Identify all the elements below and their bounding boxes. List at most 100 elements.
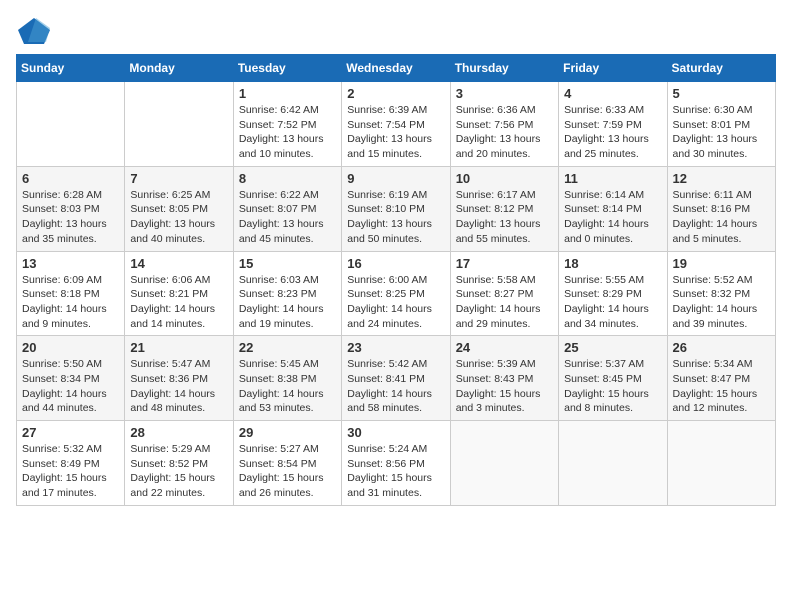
- calendar-cell: 21 Sunrise: 5:47 AM Sunset: 8:36 PM Dayli…: [125, 336, 233, 421]
- calendar-cell: 3 Sunrise: 6:36 AM Sunset: 7:56 PM Daylig…: [450, 82, 558, 167]
- day-number: 29: [239, 425, 336, 440]
- day-info: Sunrise: 6:22 AM Sunset: 8:07 PM Dayligh…: [239, 188, 336, 247]
- calendar-cell: 20 Sunrise: 5:50 AM Sunset: 8:34 PM Dayli…: [17, 336, 125, 421]
- day-number: 16: [347, 256, 444, 271]
- calendar-cell: 4 Sunrise: 6:33 AM Sunset: 7:59 PM Daylig…: [559, 82, 667, 167]
- calendar-cell: 22Sunrise: 5:45 AM Sunset: 8:38 PM Dayli…: [233, 336, 341, 421]
- calendar-cell: 1 Sunrise: 6:42 AM Sunset: 7:52 PM Daylig…: [233, 82, 341, 167]
- day-info: Sunrise: 6:06 AM Sunset: 8:21 PM Dayligh…: [130, 273, 227, 332]
- day-info: Sunrise: 5:24 AM Sunset: 8:56 PM Dayligh…: [347, 442, 444, 501]
- day-number: 14: [130, 256, 227, 271]
- day-number: 25: [564, 340, 661, 355]
- calendar-cell: 7 Sunrise: 6:25 AM Sunset: 8:05 PM Daylig…: [125, 166, 233, 251]
- day-info: Sunrise: 5:42 AM Sunset: 8:41 PM Dayligh…: [347, 357, 444, 416]
- day-number: 5: [673, 86, 770, 101]
- day-number: 15: [239, 256, 336, 271]
- day-info: Sunrise: 6:14 AM Sunset: 8:14 PM Dayligh…: [564, 188, 661, 247]
- day-number: 8: [239, 171, 336, 186]
- day-info: Sunrise: 5:52 AM Sunset: 8:32 PM Dayligh…: [673, 273, 770, 332]
- day-number: 10: [456, 171, 553, 186]
- day-info: Sunrise: 5:50 AM Sunset: 8:34 PM Dayligh…: [22, 357, 119, 416]
- calendar-cell: 5 Sunrise: 6:30 AM Sunset: 8:01 PM Daylig…: [667, 82, 775, 167]
- day-header-saturday: Saturday: [667, 55, 775, 82]
- calendar-cell: 13 Sunrise: 6:09 AM Sunset: 8:18 PM Dayli…: [17, 251, 125, 336]
- day-header-friday: Friday: [559, 55, 667, 82]
- calendar-cell: 30 Sunrise: 5:24 AM Sunset: 8:56 PM Dayli…: [342, 421, 450, 506]
- day-number: 13: [22, 256, 119, 271]
- day-info: Sunrise: 6:19 AM Sunset: 8:10 PM Dayligh…: [347, 188, 444, 247]
- calendar-cell: [450, 421, 558, 506]
- day-info: Sunrise: 6:28 AM Sunset: 8:03 PM Dayligh…: [22, 188, 119, 247]
- calendar-cell: [667, 421, 775, 506]
- day-info: Sunrise: 5:39 AM Sunset: 8:43 PM Dayligh…: [456, 357, 553, 416]
- day-number: 27: [22, 425, 119, 440]
- calendar-cell: 10 Sunrise: 6:17 AM Sunset: 8:12 PM Dayli…: [450, 166, 558, 251]
- day-number: 22: [239, 340, 336, 355]
- calendar-cell: 16 Sunrise: 6:00 AM Sunset: 8:25 PM Dayli…: [342, 251, 450, 336]
- day-number: 19: [673, 256, 770, 271]
- day-header-sunday: Sunday: [17, 55, 125, 82]
- day-number: 23: [347, 340, 444, 355]
- calendar-cell: [559, 421, 667, 506]
- day-info: Sunrise: 5:55 AM Sunset: 8:29 PM Dayligh…: [564, 273, 661, 332]
- logo: [16, 16, 56, 46]
- calendar-cell: 25Sunrise: 5:37 AM Sunset: 8:45 PM Dayli…: [559, 336, 667, 421]
- day-info: Sunrise: 5:58 AM Sunset: 8:27 PM Dayligh…: [456, 273, 553, 332]
- day-info: Sunrise: 6:00 AM Sunset: 8:25 PM Dayligh…: [347, 273, 444, 332]
- day-number: 26: [673, 340, 770, 355]
- calendar-cell: 2Sunrise: 6:39 AM Sunset: 7:54 PM Daylig…: [342, 82, 450, 167]
- calendar-cell: 15 Sunrise: 6:03 AM Sunset: 8:23 PM Dayli…: [233, 251, 341, 336]
- day-number: 2: [347, 86, 444, 101]
- day-number: 30: [347, 425, 444, 440]
- calendar-cell: 9 Sunrise: 6:19 AM Sunset: 8:10 PM Daylig…: [342, 166, 450, 251]
- day-number: 4: [564, 86, 661, 101]
- day-info: Sunrise: 6:42 AM Sunset: 7:52 PM Dayligh…: [239, 103, 336, 162]
- day-info: Sunrise: 6:36 AM Sunset: 7:56 PM Dayligh…: [456, 103, 553, 162]
- day-number: 24: [456, 340, 553, 355]
- day-info: Sunrise: 6:11 AM Sunset: 8:16 PM Dayligh…: [673, 188, 770, 247]
- page-header: [16, 16, 776, 46]
- calendar-cell: 19 Sunrise: 5:52 AM Sunset: 8:32 PM Dayli…: [667, 251, 775, 336]
- day-number: 18: [564, 256, 661, 271]
- calendar-cell: [125, 82, 233, 167]
- day-info: Sunrise: 5:32 AM Sunset: 8:49 PM Dayligh…: [22, 442, 119, 501]
- day-number: 28: [130, 425, 227, 440]
- day-header-thursday: Thursday: [450, 55, 558, 82]
- day-number: 3: [456, 86, 553, 101]
- calendar-cell: 11 Sunrise: 6:14 AM Sunset: 8:14 PM Dayli…: [559, 166, 667, 251]
- day-info: Sunrise: 6:03 AM Sunset: 8:23 PM Dayligh…: [239, 273, 336, 332]
- calendar-cell: 24 Sunrise: 5:39 AM Sunset: 8:43 PM Dayli…: [450, 336, 558, 421]
- day-info: Sunrise: 6:25 AM Sunset: 8:05 PM Dayligh…: [130, 188, 227, 247]
- calendar-cell: 8 Sunrise: 6:22 AM Sunset: 8:07 PM Daylig…: [233, 166, 341, 251]
- calendar-cell: 29 Sunrise: 5:27 AM Sunset: 8:54 PM Dayli…: [233, 421, 341, 506]
- calendar-cell: 28 Sunrise: 5:29 AM Sunset: 8:52 PM Dayli…: [125, 421, 233, 506]
- logo-icon: [16, 16, 52, 46]
- day-info: Sunrise: 5:47 AM Sunset: 8:36 PM Dayligh…: [130, 357, 227, 416]
- day-info: Sunrise: 5:27 AM Sunset: 8:54 PM Dayligh…: [239, 442, 336, 501]
- day-header-wednesday: Wednesday: [342, 55, 450, 82]
- day-info: Sunrise: 6:09 AM Sunset: 8:18 PM Dayligh…: [22, 273, 119, 332]
- day-header-monday: Monday: [125, 55, 233, 82]
- day-info: Sunrise: 6:33 AM Sunset: 7:59 PM Dayligh…: [564, 103, 661, 162]
- calendar-cell: [17, 82, 125, 167]
- day-info: Sunrise: 6:17 AM Sunset: 8:12 PM Dayligh…: [456, 188, 553, 247]
- day-number: 6: [22, 171, 119, 186]
- calendar-cell: 12 Sunrise: 6:11 AM Sunset: 8:16 PM Dayli…: [667, 166, 775, 251]
- calendar-cell: 14 Sunrise: 6:06 AM Sunset: 8:21 PM Dayli…: [125, 251, 233, 336]
- calendar-table: SundayMondayTuesdayWednesdayThursdayFrid…: [16, 54, 776, 506]
- calendar-cell: 18 Sunrise: 5:55 AM Sunset: 8:29 PM Dayli…: [559, 251, 667, 336]
- day-number: 7: [130, 171, 227, 186]
- calendar-cell: 17 Sunrise: 5:58 AM Sunset: 8:27 PM Dayli…: [450, 251, 558, 336]
- day-number: 1: [239, 86, 336, 101]
- day-number: 17: [456, 256, 553, 271]
- calendar-cell: 26 Sunrise: 5:34 AM Sunset: 8:47 PM Dayli…: [667, 336, 775, 421]
- day-number: 21: [130, 340, 227, 355]
- calendar-cell: 6 Sunrise: 6:28 AM Sunset: 8:03 PM Daylig…: [17, 166, 125, 251]
- day-info: Sunrise: 6:30 AM Sunset: 8:01 PM Dayligh…: [673, 103, 770, 162]
- day-number: 11: [564, 171, 661, 186]
- day-number: 12: [673, 171, 770, 186]
- day-info: Sunrise: 5:29 AM Sunset: 8:52 PM Dayligh…: [130, 442, 227, 501]
- day-number: 20: [22, 340, 119, 355]
- day-info: Sunrise: 5:34 AM Sunset: 8:47 PM Dayligh…: [673, 357, 770, 416]
- day-number: 9: [347, 171, 444, 186]
